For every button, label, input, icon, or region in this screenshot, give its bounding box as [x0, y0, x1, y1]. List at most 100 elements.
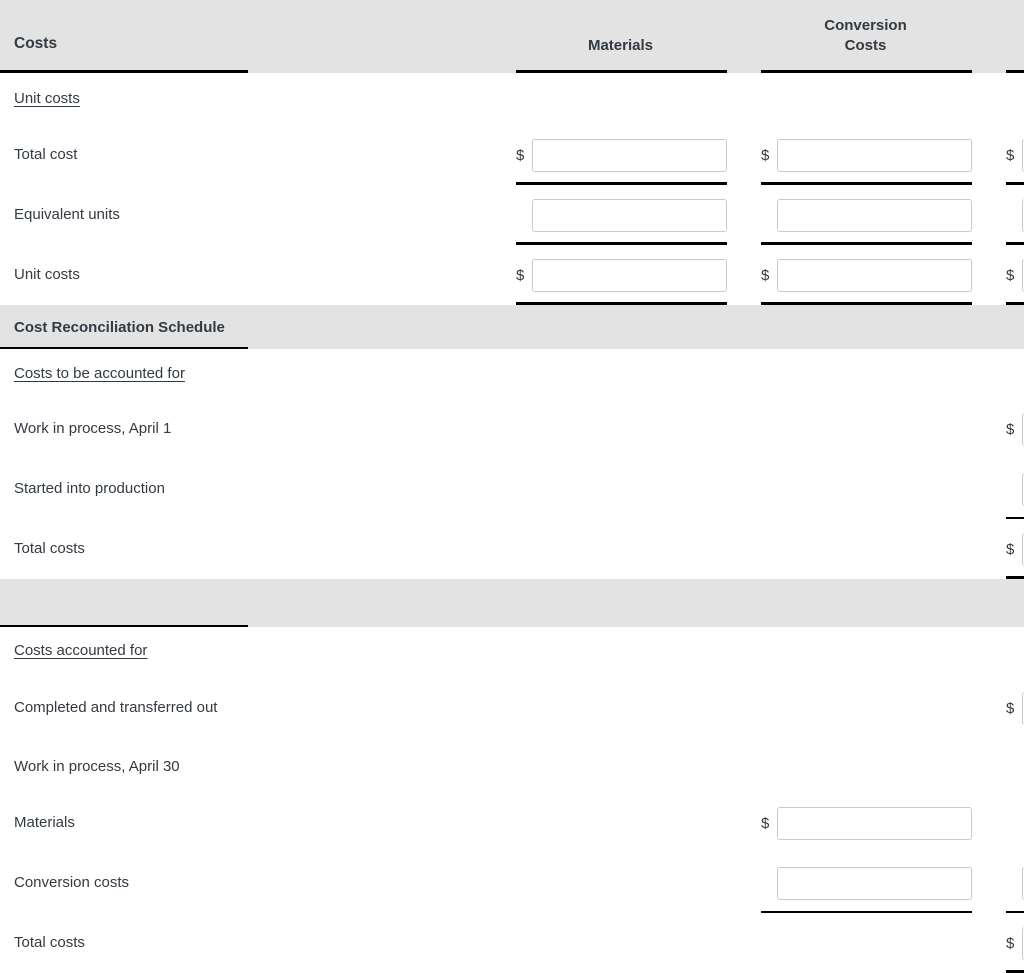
row-label-costs-to-be-accounted-for: Costs to be accounted for: [14, 365, 185, 383]
cell-completed-transferred-out-total: $: [988, 675, 1024, 741]
table-row: Work in process, April 30: [0, 741, 1024, 793]
header-row: Costs Materials Conversion Costs: [0, 0, 1024, 73]
cell-equivalent-units-materials: $: [498, 185, 743, 245]
currency-symbol: $: [1006, 146, 1015, 164]
cell-equivalent-units-total: $: [988, 185, 1024, 245]
table-row: Started into production $: [0, 459, 1024, 519]
input-total-cost-conversion[interactable]: [777, 138, 972, 172]
currency-symbol: $: [1006, 540, 1015, 558]
cell-empty: [498, 675, 743, 741]
cell-empty: [498, 741, 743, 793]
section-blank-cell: [988, 579, 1024, 627]
section-title-blank: [0, 579, 498, 627]
currency-symbol: $: [761, 146, 770, 164]
row-label-costs-accounted-for: Costs accounted for: [14, 642, 148, 660]
column-header-conversion-costs: Conversion Costs: [743, 0, 988, 73]
column-header-costs: Costs: [0, 0, 498, 73]
table-header: Costs Materials Conversion Costs: [0, 0, 1024, 73]
cell-empty: [498, 627, 743, 675]
currency-symbol: $: [1006, 934, 1015, 952]
cell-empty: [498, 793, 743, 853]
input-unit-costs-materials[interactable]: [532, 258, 727, 292]
input-unit-costs-conversion[interactable]: [777, 258, 972, 292]
cell-empty: [743, 627, 988, 675]
conversion-header-line1: Conversion: [824, 16, 907, 34]
cell-empty: [498, 399, 743, 459]
table-row: Materials $: [0, 793, 1024, 853]
currency-symbol: $: [1006, 420, 1015, 438]
section-blank-cell: [743, 305, 988, 349]
cell-empty: [743, 399, 988, 459]
section-title-cost-reconciliation: Cost Reconciliation Schedule: [0, 305, 498, 349]
row-label-unit-costs-heading: Unit costs: [14, 90, 80, 108]
row-label-wip-conversion-costs: Conversion costs: [14, 874, 130, 892]
row-label-total-cost: Total cost: [14, 146, 78, 164]
cell-total-cost-total: $: [988, 125, 1024, 185]
row-label-wip-april-1: Work in process, April 1: [14, 420, 172, 438]
cell-empty: [743, 519, 988, 579]
currency-symbol: $: [1006, 266, 1015, 284]
input-total-cost-materials[interactable]: [532, 138, 727, 172]
table-row: Unit costs: [0, 73, 1024, 125]
table-row: Total costs $: [0, 913, 1024, 973]
cell-empty: [743, 913, 988, 973]
table-body: Unit costs Total cost $ $ $ Equivalent u…: [0, 73, 1024, 973]
cell-empty: [498, 73, 743, 125]
section-header-cost-reconciliation: Cost Reconciliation Schedule: [0, 305, 1024, 349]
cell-empty: [988, 793, 1024, 853]
table-row: Total cost $ $ $: [0, 125, 1024, 185]
cell-empty: [498, 853, 743, 913]
cell-unit-costs-conversion: $: [743, 245, 988, 305]
section-blank-cell: [498, 305, 743, 349]
cell-wip-conversion-costs-total: $: [988, 853, 1024, 913]
cell-empty: [988, 349, 1024, 399]
cell-empty: [498, 459, 743, 519]
row-label-total-costs-upper: Total costs: [14, 540, 85, 558]
currency-symbol: $: [516, 146, 525, 164]
cell-empty: [498, 349, 743, 399]
cell-unit-costs-total: $: [988, 245, 1024, 305]
row-label-equivalent-units: Equivalent units: [14, 206, 120, 224]
cell-wip-conversion-costs-conversion: $: [743, 853, 988, 913]
conversion-header-line2: Costs: [844, 36, 887, 54]
table-row: Completed and transferred out $: [0, 675, 1024, 741]
table-row: Equivalent units $ $ $: [0, 185, 1024, 245]
cell-empty: [498, 519, 743, 579]
cell-total-cost-materials: $: [498, 125, 743, 185]
column-header-total: [988, 0, 1024, 73]
row-label-total-costs-lower: Total costs: [14, 934, 85, 952]
table-row: Total costs $: [0, 519, 1024, 579]
cell-empty: [988, 741, 1024, 793]
cell-total-cost-conversion: $: [743, 125, 988, 185]
table-row: Work in process, April 1 $: [0, 399, 1024, 459]
cell-empty: [743, 73, 988, 125]
input-wip-conversion-costs-conversion[interactable]: [777, 866, 972, 900]
column-header-materials: Materials: [498, 0, 743, 73]
cell-empty: [988, 73, 1024, 125]
table-row: Costs accounted for: [0, 627, 1024, 675]
cell-empty: [743, 741, 988, 793]
section-header-blank: [0, 579, 1024, 627]
row-label-wip-april-30: Work in process, April 30: [14, 758, 180, 776]
cell-empty: [743, 459, 988, 519]
row-label-unit-costs-value: Unit costs: [14, 266, 80, 284]
cell-unit-costs-materials: $: [498, 245, 743, 305]
row-label-started-into-production: Started into production: [14, 480, 165, 498]
cost-table: Costs Materials Conversion Costs Unit co…: [0, 0, 1024, 973]
cell-wip-materials-conversion: $: [743, 793, 988, 853]
row-label-wip-materials: Materials: [14, 814, 75, 832]
currency-symbol: $: [516, 266, 525, 284]
currency-symbol: $: [761, 814, 770, 832]
cell-total-costs-lower-total: $: [988, 913, 1024, 973]
table-row: Conversion costs $ $: [0, 853, 1024, 913]
cost-of-production-report: Costs Materials Conversion Costs Unit co…: [0, 0, 1024, 973]
cell-total-costs-upper-total: $: [988, 519, 1024, 579]
input-equivalent-units-conversion[interactable]: [777, 198, 972, 232]
currency-symbol: $: [1006, 699, 1015, 717]
table-row: Costs to be accounted for: [0, 349, 1024, 399]
input-wip-materials-conversion[interactable]: [777, 806, 972, 840]
section-blank-cell: [498, 579, 743, 627]
cell-empty: [743, 675, 988, 741]
row-label-completed-transferred-out: Completed and transferred out: [14, 699, 218, 717]
input-equivalent-units-materials[interactable]: [532, 198, 727, 232]
